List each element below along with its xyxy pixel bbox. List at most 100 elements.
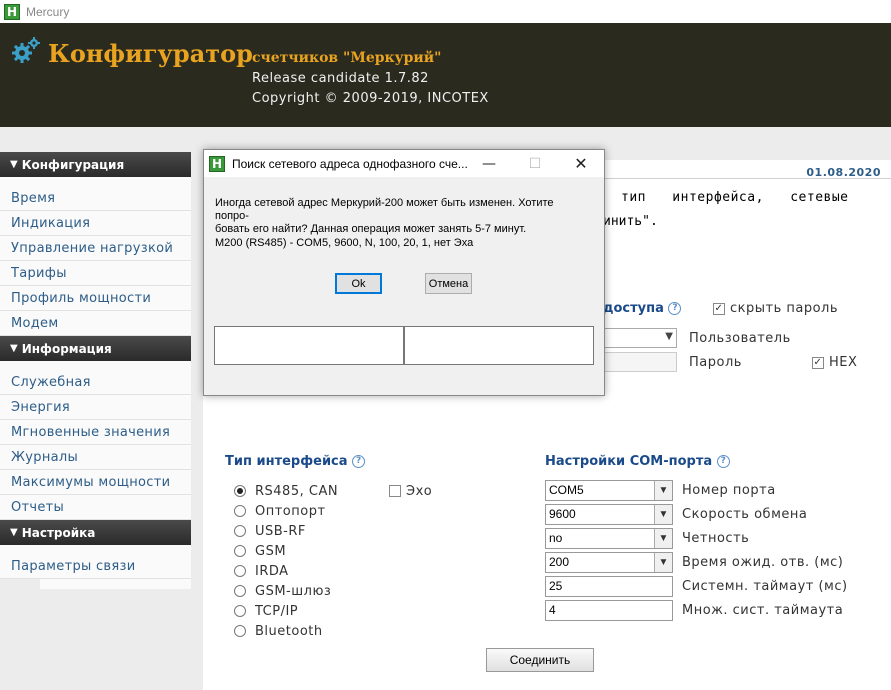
gear-icon (12, 37, 40, 63)
com-settings: COM5 ▼ Номер порта 9600 ▼ Скорость обмена … (545, 478, 848, 622)
radio-gsm-gateway[interactable]: GSM-шлюз (234, 581, 338, 601)
ok-button[interactable]: Ok (335, 273, 382, 294)
radio-label: GSM (255, 543, 287, 559)
radio-button[interactable] (234, 605, 246, 617)
dialog-titlebar: H Поиск сетевого адреса однофазного сче.… (204, 150, 604, 177)
radio-usb-rf[interactable]: USB-RF (234, 521, 338, 541)
sidebar-section-settings[interactable]: ▼ Настройка (0, 520, 191, 545)
dialog-status-panel-right (404, 326, 594, 365)
radio-button[interactable] (234, 505, 246, 517)
help-icon[interactable]: ? (352, 455, 366, 468)
port-select[interactable]: COM5 ▼ (545, 479, 673, 501)
access-title: доступа ? (603, 301, 682, 316)
system-timeout-input[interactable]: 25 (545, 575, 673, 597)
sidebar-item-indication[interactable]: Индикация (0, 211, 191, 236)
close-icon[interactable]: ✕ (558, 150, 604, 177)
parity-label: Четность (682, 530, 750, 546)
sidebar-item-time[interactable]: Время (0, 186, 191, 211)
checkbox-icon[interactable]: ✓ (713, 302, 725, 315)
radio-optoport[interactable]: Оптопорт (234, 501, 338, 521)
intro-text-line2: инить". (603, 214, 658, 229)
parity-value: no (549, 531, 563, 545)
sidebar-item-modem[interactable]: Модем (0, 311, 191, 336)
sidebar-config-items: Время Индикация Управление нагрузкой Тар… (0, 177, 191, 336)
sidebar-item-reports[interactable]: Отчеты (0, 495, 191, 520)
checkbox-icon[interactable]: ✓ (812, 356, 824, 369)
dialog-info: M200 (RS485) - COM5, 9600, N, 100, 20, 1… (215, 237, 474, 249)
radio-rs485[interactable]: RS485, CAN (234, 481, 338, 501)
hide-password-checkbox[interactable]: ✓ скрыть пароль (713, 301, 838, 316)
echo-checkbox[interactable]: Эхо (389, 481, 432, 501)
user-select[interactable]: ▼ (603, 328, 677, 348)
dialog-message-line2: бовать его найти? Данная операция может … (215, 223, 527, 235)
radio-button[interactable] (234, 525, 246, 537)
connect-button[interactable]: Соединить (486, 648, 594, 672)
com-row-parity: no ▼ Четность (545, 526, 848, 550)
section-title: Информация (21, 341, 112, 356)
echo-label: Эхо (406, 483, 433, 499)
search-address-dialog: H Поиск сетевого адреса однофазного сче.… (203, 149, 605, 396)
baud-select[interactable]: 9600 ▼ (545, 503, 673, 525)
hide-password-label: скрыть пароль (730, 301, 839, 316)
sidebar: ▼ Конфигурация Время Индикация Управление… (0, 152, 191, 589)
cancel-button[interactable]: Отмена (425, 273, 472, 294)
radio-tcp-ip[interactable]: TCP/IP (234, 601, 338, 621)
timeout-multiplier-input[interactable]: 4 (545, 599, 673, 621)
radio-gsm[interactable]: GSM (234, 541, 338, 561)
sidebar-item-connection-params[interactable]: Параметры связи (0, 554, 191, 579)
password-input[interactable] (603, 352, 677, 372)
parity-select[interactable]: no ▼ (545, 527, 673, 549)
sidebar-item-tariffs[interactable]: Тарифы (0, 261, 191, 286)
release-text: Release candidate 1.7.82 (252, 71, 429, 86)
sidebar-settings-items: Параметры связи (0, 545, 191, 579)
sidebar-item-power-profile[interactable]: Профиль мощности (0, 286, 191, 311)
com-row-port: COM5 ▼ Номер порта (545, 478, 848, 502)
chevron-down-icon[interactable]: ▼ (654, 504, 672, 524)
chevron-down-icon[interactable]: ▼ (654, 528, 672, 548)
user-label: Пользователь (689, 331, 791, 346)
radio-irda[interactable]: IRDA (234, 561, 338, 581)
help-icon[interactable]: ? (668, 302, 682, 315)
radio-button[interactable] (234, 485, 246, 497)
sidebar-item-instant-values[interactable]: Мгновенные значения (0, 420, 191, 445)
radio-button[interactable] (234, 545, 246, 557)
chevron-down-icon[interactable]: ▼ (654, 480, 672, 500)
radio-bluetooth[interactable]: Bluetooth (234, 621, 338, 641)
sidebar-item-power-maximums[interactable]: Максимумы мощности (0, 470, 191, 495)
sidebar-section-config[interactable]: ▼ Конфигурация (0, 152, 191, 177)
port-label: Номер порта (682, 482, 776, 498)
dialog-title: Поиск сетевого адреса однофазного сче... (232, 156, 468, 171)
app-icon: H (4, 3, 20, 20)
timeout-multiplier-label: Множ. сист. таймаута (682, 602, 844, 618)
sidebar-item-load-control[interactable]: Управление нагрузкой (0, 236, 191, 261)
com-row-baud: 9600 ▼ Скорость обмена (545, 502, 848, 526)
password-label: Пароль (689, 355, 742, 370)
copyright-text: Copyright © 2009-2019, INCOTEX (252, 91, 489, 106)
chevron-down-icon: ▼ (665, 331, 673, 342)
chevron-down-icon[interactable]: ▼ (654, 552, 672, 572)
minimize-icon[interactable]: — (466, 150, 512, 177)
section-title: Конфигурация (21, 157, 125, 172)
sidebar-item-journals[interactable]: Журналы (0, 445, 191, 470)
radio-button[interactable] (234, 625, 246, 637)
checkbox-icon[interactable] (389, 485, 401, 497)
response-wait-select[interactable]: 200 ▼ (545, 551, 673, 573)
help-icon[interactable]: ? (716, 455, 730, 468)
port-value: COM5 (549, 483, 584, 497)
sidebar-item-energy[interactable]: Энергия (0, 395, 191, 420)
app-icon: H (209, 155, 225, 172)
triangle-down-icon: ▼ (10, 159, 18, 170)
sidebar-footer (40, 579, 191, 589)
com-settings-title: Настройки COM-порта ? (545, 454, 730, 469)
dialog-status-panel-left (214, 326, 404, 365)
response-wait-label: Время ожид. отв. (мс) (682, 554, 844, 570)
radio-button[interactable] (234, 585, 246, 597)
radio-label: RS485, CAN (255, 483, 339, 499)
radio-button[interactable] (234, 565, 246, 577)
hex-checkbox[interactable]: ✓ HEX (812, 355, 857, 370)
app-header: Конфигуратор счетчиков "Меркурий" Releas… (0, 23, 891, 127)
sidebar-section-info[interactable]: ▼ Информация (0, 336, 191, 361)
timeout-multiplier-value: 4 (549, 603, 556, 617)
sidebar-item-service[interactable]: Служебная (0, 370, 191, 395)
baud-value: 9600 (549, 507, 576, 521)
